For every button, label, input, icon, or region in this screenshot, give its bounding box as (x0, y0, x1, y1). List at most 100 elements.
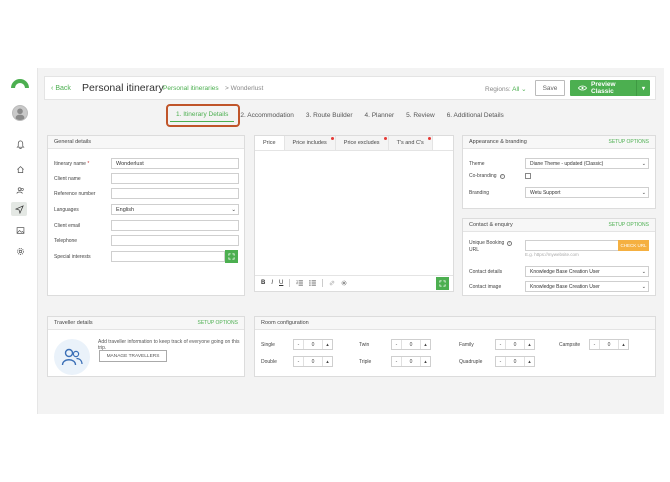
eye-icon (578, 85, 587, 91)
theme-select[interactable]: Diane Theme - updated (Classic) ⌄ (525, 158, 649, 169)
room-quadruple: Quadruple -0 ▴ (459, 356, 535, 367)
price-tabs: Price Price includes Price excludes T's … (255, 136, 433, 150)
appearance-setup-link[interactable]: SETUP OPTIONS (609, 139, 649, 145)
room-triple-label: Triple (359, 358, 372, 365)
room-triple-stepper[interactable]: -0 ▴ (391, 356, 431, 367)
contact-details-value: Knowledge Base Creation User (530, 268, 600, 275)
info-icon[interactable]: i (499, 173, 505, 179)
minus-icon[interactable]: - (496, 340, 506, 349)
tab-price-includes[interactable]: Price includes (284, 136, 336, 150)
caret-icon[interactable]: ▴ (322, 357, 332, 366)
caret-icon[interactable]: ▴ (420, 357, 430, 366)
price-text-editor[interactable] (255, 150, 453, 275)
tab-price-excludes[interactable]: Price excludes (335, 136, 389, 150)
bold-button[interactable]: B (261, 280, 265, 286)
cobranding-checkbox[interactable] (525, 173, 531, 179)
bullet-list-icon[interactable] (309, 280, 317, 286)
caret-icon[interactable]: ▴ (322, 340, 332, 349)
client-email-input[interactable] (111, 220, 239, 231)
room-double-stepper[interactable]: -0 ▴ (293, 356, 333, 367)
tab-terms[interactable]: T's and C's (388, 136, 433, 150)
appearance-header: Appearance & branding SETUP OPTIONS (463, 136, 655, 149)
minus-icon[interactable]: - (294, 340, 304, 349)
left-rail (0, 68, 38, 414)
client-name-input[interactable] (111, 173, 239, 184)
reference-number-input[interactable] (111, 188, 239, 199)
room-twin-stepper[interactable]: -0 ▴ (391, 339, 431, 350)
languages-select[interactable]: English ⌄ (111, 204, 239, 215)
booking-url-label-line1: Unique Booking (469, 240, 505, 246)
caret-icon[interactable]: ▴ (618, 340, 628, 349)
preview-dropdown-toggle[interactable]: ▾ (636, 80, 650, 96)
page-title: Personal itinerary (82, 82, 164, 94)
room-double-label: Double (261, 358, 277, 365)
contact-details-label: Contact details (469, 268, 503, 275)
room-campsite-stepper[interactable]: -0 ▴ (589, 339, 629, 350)
minus-icon[interactable]: - (496, 357, 506, 366)
users-icon[interactable] (14, 184, 26, 196)
general-details-header: General details (48, 136, 244, 149)
booking-url-hint: E.g. https://mywebsite.com (525, 252, 579, 257)
contact-image-select[interactable]: Knowledge Base Creation User ⌄ (525, 281, 649, 292)
chevron-down-icon: ⌄ (641, 268, 646, 275)
editor-expand-button[interactable] (436, 276, 449, 290)
branding-value: Wetu Support (530, 189, 561, 196)
cobranding-label: Co-branding i (469, 173, 525, 179)
contact-setup-link[interactable]: SETUP OPTIONS (609, 222, 649, 228)
general-details-panel: General details Itinerary name * Wonderl… (47, 135, 245, 296)
breadcrumb-personal-itineraries[interactable]: Personal itineraries (163, 85, 219, 92)
room-family-value: 0 (513, 341, 517, 348)
minus-icon[interactable]: - (392, 357, 402, 366)
avatar[interactable] (12, 105, 28, 121)
tab-accommodation[interactable]: 2. Accommodation (234, 108, 299, 122)
gear-icon[interactable] (14, 245, 26, 257)
room-campsite-label: Campsite (559, 341, 581, 348)
room-single-stepper[interactable]: -0 ▴ (293, 339, 333, 350)
room-family-stepper[interactable]: -0 ▴ (495, 339, 535, 350)
save-button[interactable]: Save (535, 80, 565, 96)
caret-icon[interactable]: ▴ (524, 357, 534, 366)
room-quadruple-label: Quadruple (459, 358, 483, 365)
chevron-down-icon: ⌄ (231, 206, 236, 213)
italic-button[interactable]: I (271, 280, 273, 286)
preview-classic-button[interactable]: Preview Classic ▾ (570, 80, 650, 96)
home-icon[interactable] (14, 163, 26, 175)
required-marker: * (87, 160, 90, 167)
settings-icon[interactable] (341, 280, 347, 286)
minus-icon[interactable]: - (392, 340, 402, 349)
caret-icon[interactable]: ▴ (524, 340, 534, 349)
special-interests-input[interactable] (111, 251, 225, 262)
booking-url-input[interactable] (525, 240, 618, 251)
regions-selector[interactable]: Regions: All ⌄ (485, 85, 527, 93)
ordered-list-icon[interactable] (296, 280, 304, 286)
bell-icon[interactable] (14, 138, 26, 150)
tab-additional-details[interactable]: 6. Additional Details (441, 108, 510, 122)
expand-button[interactable] (225, 250, 238, 263)
check-url-button[interactable]: CHECK URL (618, 240, 649, 251)
back-link[interactable]: ‹ Back (51, 85, 71, 92)
minus-icon[interactable]: - (590, 340, 600, 349)
traveller-setup-link[interactable]: SETUP OPTIONS (198, 320, 238, 326)
tab-review[interactable]: 5. Review (400, 108, 441, 122)
telephone-input[interactable] (111, 235, 239, 246)
chevron-down-icon: ⌄ (641, 283, 646, 290)
itinerary-nav-icon[interactable] (11, 202, 27, 216)
itinerary-name-input[interactable]: Wonderlust (111, 158, 239, 169)
contact-details-select[interactable]: Knowledge Base Creation User ⌄ (525, 266, 649, 277)
tab-price[interactable]: Price (255, 136, 285, 150)
branding-label: Branding (469, 189, 490, 196)
toolbar-divider (289, 279, 291, 287)
image-icon[interactable] (14, 224, 26, 236)
tab-route-builder[interactable]: 3. Route Builder (300, 108, 359, 122)
branding-select[interactable]: Wetu Support ⌄ (525, 187, 649, 198)
room-quadruple-stepper[interactable]: -0 ▴ (495, 356, 535, 367)
tab-planner[interactable]: 4. Planner (359, 108, 401, 122)
languages-value: English (116, 206, 135, 213)
caret-icon[interactable]: ▴ (420, 340, 430, 349)
underline-button[interactable]: U (279, 280, 283, 286)
general-details-title: General details (54, 139, 91, 145)
minus-icon[interactable]: - (294, 357, 304, 366)
info-icon[interactable]: i (507, 241, 513, 246)
link-icon[interactable] (329, 280, 335, 286)
manage-travellers-button[interactable]: MANAGE TRAVELLERS (99, 350, 167, 362)
